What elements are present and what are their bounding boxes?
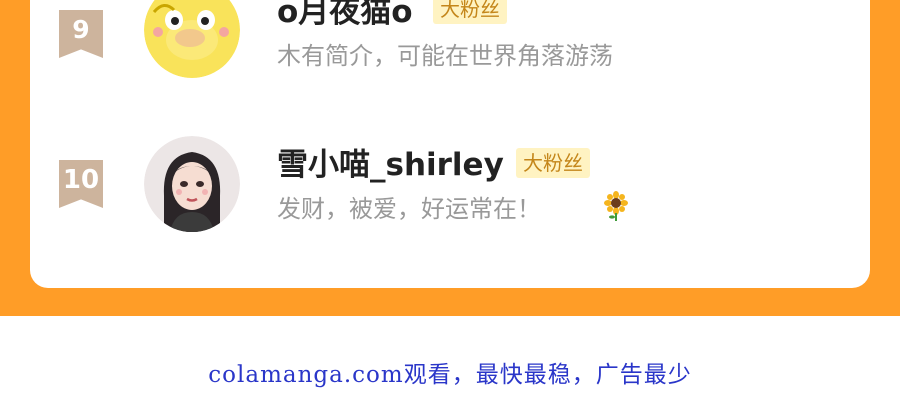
user-name[interactable]: 雪小喵_shirley [277,139,504,184]
yellow-duck-avatar-icon [144,0,240,78]
fan-level-badge: 大粉丝 [433,0,507,24]
avatar[interactable] [144,0,240,78]
sunflower-icon [602,191,630,221]
footer-promo-text[interactable]: colamanga.com观看，最快最稳，广告最少 [0,355,900,389]
girl-portrait-avatar-icon [144,136,240,232]
fan-level-badge: 大粉丝 [516,148,590,178]
rank-badge: 9 [59,10,103,58]
avatar[interactable] [144,136,240,232]
ranking-card: 9 o月夜猫o 大粉丝 木有简介，可能在世界角落游荡 10 雪小喵_shirle… [30,0,870,288]
ranking-row[interactable]: 10 雪小喵_shirley 大粉丝 发财，被爱，好运常在！ [30,130,870,240]
user-name[interactable]: o月夜猫o [277,0,413,31]
rank-badge: 10 [59,160,103,208]
user-bio: 发财，被爱，好运常在！ [277,195,541,223]
user-bio: 木有简介，可能在世界角落游荡 [277,42,613,70]
ranking-row[interactable]: 9 o月夜猫o 大粉丝 木有简介，可能在世界角落游荡 [30,0,870,90]
